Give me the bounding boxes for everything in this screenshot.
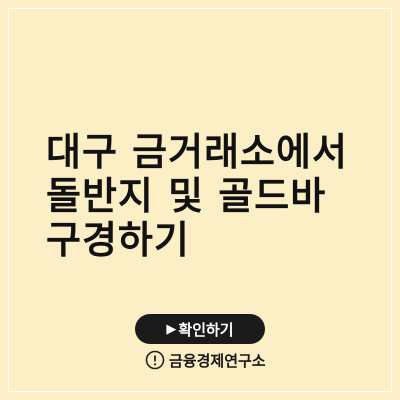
play-icon: ▶ — [166, 321, 177, 337]
title-line-1: 대구 금거래소에서 — [46, 130, 348, 174]
confirm-button[interactable]: ▶ 확인하기 — [135, 314, 265, 344]
source-label: 금융경제연구소 — [145, 347, 295, 373]
confirm-button-label: 확인하기 — [178, 320, 234, 339]
title-line-3: 구경하기 — [46, 218, 190, 262]
title-line-2: 돌반지 및 골드바 — [46, 174, 327, 218]
source-text: 금융경제연구소 — [169, 351, 266, 370]
thumbnail-card: 대구 금거래소에서 돌반지 및 골드바 구경하기 ▶ 확인하기 금융경제연구소 — [0, 0, 400, 400]
info-circle-icon — [145, 350, 165, 370]
page-title: 대구 금거래소에서 돌반지 및 골드바 구경하기 — [46, 130, 376, 262]
